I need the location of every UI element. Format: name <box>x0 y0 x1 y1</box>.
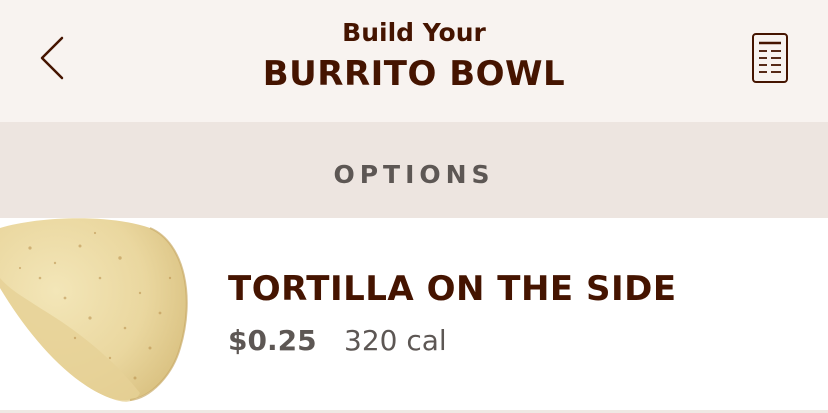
option-item-tortilla[interactable]: TORTILLA ON THE SIDE $0.25 320 cal <box>0 218 828 413</box>
page-title: BURRITO BOWL <box>262 54 566 94</box>
header-bar: Build Your BURRITO BOWL <box>0 0 828 122</box>
section-label: OPTIONS <box>333 160 495 189</box>
menu-document-icon <box>752 33 788 83</box>
option-calories: 320 cal <box>344 324 447 357</box>
page-subtitle: Build Your <box>342 18 486 47</box>
option-price: $0.25 <box>228 324 317 357</box>
option-name: TORTILLA ON THE SIDE <box>228 269 677 309</box>
tortilla-image <box>0 218 188 402</box>
menu-button[interactable] <box>745 28 795 88</box>
